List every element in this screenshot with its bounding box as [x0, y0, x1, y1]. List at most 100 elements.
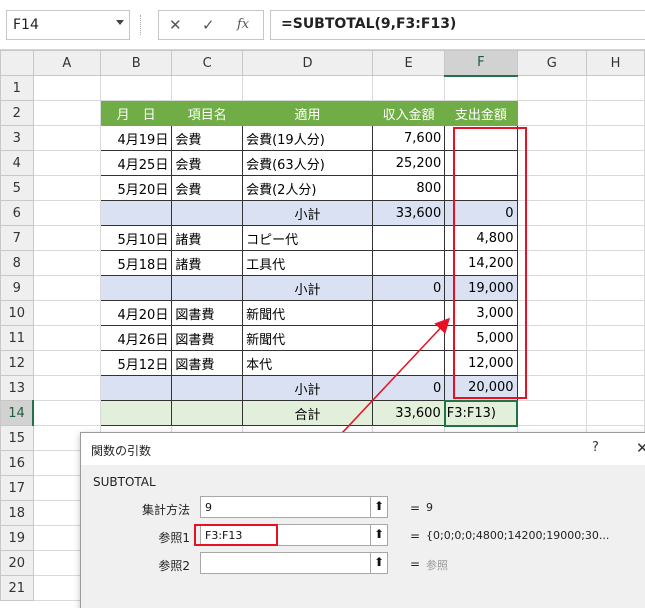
expense-cell[interactable]: 3,000	[444, 300, 518, 326]
date-cell[interactable]: 5月18日	[99, 250, 173, 276]
cell[interactable]	[585, 100, 645, 126]
expense-cell[interactable]: 14,200	[444, 250, 518, 276]
cell[interactable]	[516, 275, 587, 301]
cell[interactable]	[585, 150, 645, 176]
expense-cell[interactable]	[444, 125, 518, 151]
table-header-cell[interactable]: 適用	[242, 100, 373, 126]
item-cell[interactable]: 図書費	[171, 350, 244, 376]
cell[interactable]	[585, 350, 645, 376]
row-header[interactable]: 10	[0, 300, 34, 326]
row-header[interactable]: 14	[0, 400, 35, 426]
income-cell[interactable]	[371, 225, 446, 251]
date-cell[interactable]: 5月12日	[99, 350, 173, 376]
description-cell[interactable]: コピー代	[242, 225, 373, 251]
cell[interactable]	[585, 400, 645, 426]
row-header[interactable]: 15	[0, 425, 34, 451]
cancel-icon[interactable]: ✕	[169, 16, 182, 34]
item-cell[interactable]	[171, 200, 244, 226]
cell[interactable]	[585, 125, 645, 151]
cell[interactable]	[242, 75, 373, 101]
cell[interactable]	[585, 175, 645, 201]
row-header[interactable]: 11	[0, 325, 34, 351]
cell[interactable]	[516, 225, 587, 251]
cell[interactable]	[516, 325, 587, 351]
cell[interactable]	[516, 100, 587, 126]
insert-function-icon[interactable]: fx	[237, 17, 249, 32]
cell[interactable]	[32, 225, 102, 251]
cell[interactable]	[171, 75, 244, 101]
item-cell[interactable]: 図書費	[171, 325, 244, 351]
date-cell[interactable]	[99, 200, 173, 226]
row-header[interactable]: 17	[0, 475, 34, 501]
column-header[interactable]: C	[171, 50, 244, 76]
cell[interactable]	[32, 100, 102, 126]
cell[interactable]	[585, 200, 645, 226]
table-header-cell[interactable]: 月 日	[99, 100, 173, 126]
income-cell[interactable]	[371, 250, 446, 276]
item-cell[interactable]: 会費	[171, 150, 244, 176]
description-cell[interactable]: 小計	[242, 200, 373, 226]
table-header-cell[interactable]: 支出金額	[444, 100, 518, 126]
cell[interactable]	[32, 350, 102, 376]
description-cell[interactable]: 会費(19人分)	[242, 125, 373, 151]
row-header[interactable]: 20	[0, 550, 34, 576]
item-cell[interactable]: 図書費	[171, 300, 244, 326]
cell[interactable]	[585, 225, 645, 251]
table-header-cell[interactable]: 収入金額	[371, 100, 446, 126]
column-header[interactable]: G	[516, 50, 587, 76]
cell[interactable]	[32, 325, 102, 351]
income-cell[interactable]	[371, 350, 446, 376]
row-header[interactable]: 5	[0, 175, 34, 201]
row-header[interactable]: 16	[0, 450, 34, 476]
close-icon[interactable]: ✕	[636, 439, 645, 457]
formula-input[interactable]: =SUBTOTAL(9,F3:F13)	[270, 10, 645, 40]
expense-cell[interactable]: 0	[444, 200, 518, 226]
expense-cell[interactable]: 5,000	[444, 325, 518, 351]
cell[interactable]	[32, 250, 102, 276]
item-cell[interactable]	[171, 375, 244, 401]
chevron-down-icon[interactable]	[116, 20, 124, 25]
cell[interactable]	[585, 275, 645, 301]
enter-icon[interactable]: ✓	[202, 16, 215, 34]
expense-cell[interactable]	[444, 175, 518, 201]
income-cell[interactable]: 800	[371, 175, 446, 201]
ref1-input[interactable]: F3:F13 ⬆	[200, 524, 388, 546]
date-cell[interactable]: 4月20日	[99, 300, 173, 326]
column-header[interactable]: H	[585, 50, 645, 76]
cell[interactable]	[585, 375, 645, 401]
date-cell[interactable]: 5月10日	[99, 225, 173, 251]
income-cell[interactable]: 0	[371, 275, 446, 301]
row-header[interactable]: 4	[0, 150, 34, 176]
row-header[interactable]: 3	[0, 125, 34, 151]
description-cell[interactable]: 会費(63人分)	[242, 150, 373, 176]
cell[interactable]	[585, 250, 645, 276]
cell[interactable]	[32, 150, 102, 176]
row-header[interactable]: 6	[0, 200, 34, 226]
income-cell[interactable]: 33,600	[371, 400, 446, 426]
cell[interactable]	[516, 400, 587, 426]
cell[interactable]	[516, 375, 587, 401]
expense-cell[interactable]: 19,000	[444, 275, 518, 301]
cell[interactable]	[585, 300, 645, 326]
row-header[interactable]: 9	[0, 275, 34, 301]
name-box[interactable]: F14	[6, 10, 130, 40]
date-cell[interactable]: 4月19日	[99, 125, 173, 151]
item-cell[interactable]: 諸費	[171, 250, 244, 276]
column-header[interactable]: F	[444, 50, 518, 77]
row-header[interactable]: 21	[0, 575, 34, 601]
description-cell[interactable]: 新聞代	[242, 300, 373, 326]
row-header[interactable]: 18	[0, 500, 34, 526]
item-cell[interactable]: 諸費	[171, 225, 244, 251]
active-cell-f14[interactable]: F3:F13)	[443, 399, 519, 427]
cell[interactable]	[516, 350, 587, 376]
cell[interactable]	[516, 300, 587, 326]
cell[interactable]	[371, 75, 446, 101]
cell[interactable]	[32, 400, 102, 426]
cell[interactable]	[516, 175, 587, 201]
date-cell[interactable]	[99, 400, 173, 426]
description-cell[interactable]: 新聞代	[242, 325, 373, 351]
collapse-dialog-icon[interactable]: ⬆	[370, 497, 387, 517]
dialog-titlebar[interactable]: 関数の引数 ? ✕	[81, 433, 645, 465]
cell[interactable]	[32, 75, 102, 101]
expense-cell[interactable]	[444, 150, 518, 176]
